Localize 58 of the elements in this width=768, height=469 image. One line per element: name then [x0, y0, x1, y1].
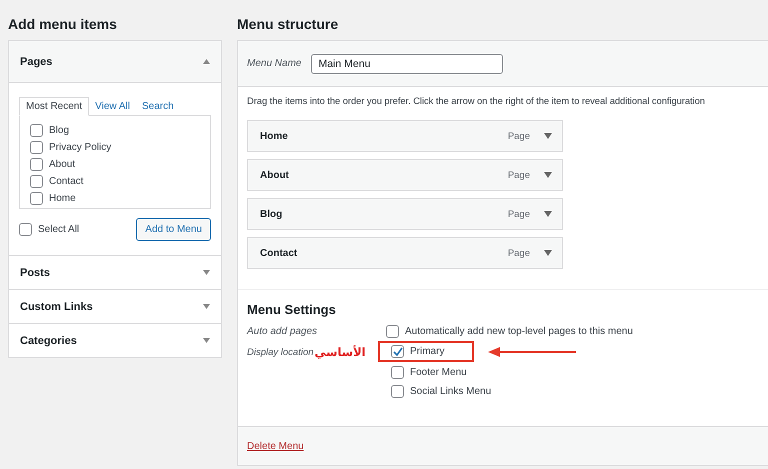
tab[interactable]: Most Recent	[19, 97, 90, 116]
menu-item-type: Page	[508, 130, 530, 142]
checkbox[interactable]	[30, 141, 43, 154]
section-header[interactable]: Categories	[9, 323, 221, 357]
menu-item[interactable]: Home Page	[247, 120, 563, 152]
caret-icon[interactable]	[544, 211, 552, 217]
caret-icon[interactable]	[544, 250, 552, 256]
checkbox-label: Primary	[410, 346, 444, 357]
menu-item-type: Page	[508, 208, 530, 220]
checkbox-label: Home	[49, 193, 76, 204]
checkbox-label: Select All	[38, 224, 80, 235]
caret-icon[interactable]	[544, 172, 552, 178]
menu-item[interactable]: Contact Page	[247, 237, 563, 269]
checkbox[interactable]	[30, 175, 43, 188]
tab[interactable]: Search	[136, 98, 180, 115]
section-title: Menu Settings	[247, 302, 337, 317]
checkbox-label: Blog	[49, 125, 70, 136]
column-title: Add menu items	[8, 15, 118, 34]
checkbox-label: Automatically add new top-level pages to this menu	[405, 326, 633, 337]
checkbox-label: Privacy Policy	[49, 142, 112, 153]
setting-label: Auto add pages	[247, 326, 318, 337]
field-label: Menu Name	[247, 58, 302, 69]
menu-name-field[interactable]: Main Menu	[311, 54, 504, 74]
add-to-menu-button[interactable]: Add to Menu	[136, 218, 211, 241]
checkbox[interactable]	[30, 158, 43, 171]
checkbox[interactable]	[30, 124, 43, 137]
section-header[interactable]: Custom Links	[9, 289, 221, 323]
checkbox[interactable]	[386, 325, 399, 338]
menu-item[interactable]: About Page	[247, 159, 563, 191]
caret-icon	[203, 338, 210, 343]
section-header[interactable]: Pages	[9, 41, 221, 83]
menu-item-title: About	[260, 170, 290, 180]
instructions-text: Drag the items into the order you prefer. Click the arrow on the right of the item to reveal additional configuration	[247, 95, 706, 106]
caret-icon	[203, 304, 210, 309]
column-title: Menu structure	[237, 15, 340, 34]
setting-label: Display location	[247, 346, 314, 358]
section-header[interactable]: Posts	[9, 255, 221, 289]
checkbox-label: Contact	[49, 176, 84, 187]
menu-item-type: Page	[508, 170, 530, 180]
menu-item[interactable]: Blog Page	[247, 198, 563, 230]
menu-item-title: Blog	[260, 208, 284, 220]
tab[interactable]: View All	[89, 98, 136, 115]
caret-icon	[203, 270, 210, 275]
checkbox-label: Social Links Menu	[410, 386, 492, 397]
annotation-text: الأساسي	[314, 345, 366, 359]
caret-icon[interactable]	[544, 133, 552, 139]
checkbox-label: Footer Menu	[410, 367, 467, 378]
menu-item-title: Home	[260, 130, 289, 142]
menu-item-title: Contact	[260, 248, 298, 258]
menu-item-type: Page	[508, 248, 530, 258]
checkbox[interactable]	[19, 223, 32, 236]
checkbox-label: About	[49, 159, 76, 170]
delete-menu-link[interactable]: Delete Menu	[247, 440, 304, 452]
checkbox[interactable]	[391, 345, 404, 358]
checkbox[interactable]	[391, 385, 404, 398]
checkbox[interactable]	[391, 366, 404, 379]
checkbox[interactable]	[30, 192, 43, 205]
caret-icon	[203, 59, 210, 64]
